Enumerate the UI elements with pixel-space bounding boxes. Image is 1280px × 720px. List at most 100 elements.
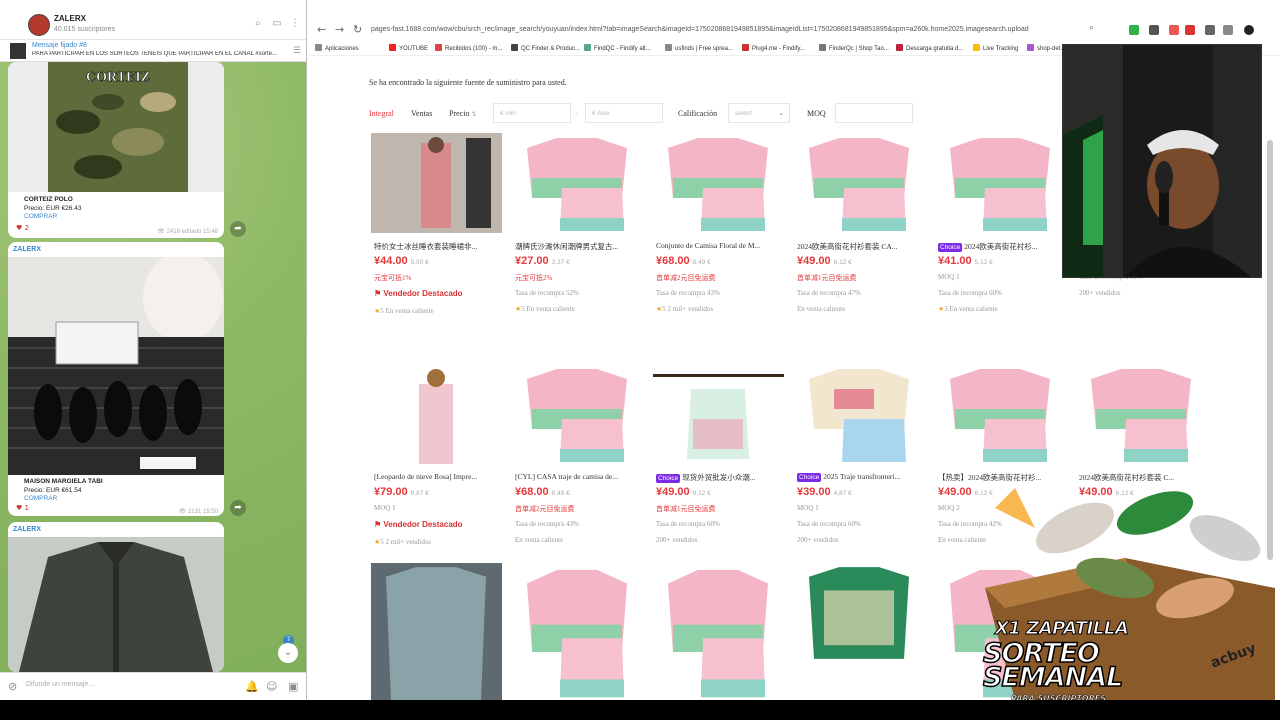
product-title[interactable]: 潮牌氏沙滩休闲潮牌男式复古...: [515, 241, 643, 252]
product-card[interactable]: [CYL] CASA traje de camisa de... ¥68.00 8,…: [510, 364, 644, 564]
extension-icon[interactable]: [1205, 25, 1215, 35]
product-photo[interactable]: CORTEIZ: [8, 62, 224, 192]
product-image[interactable]: [935, 133, 1066, 233]
pinned-message[interactable]: Mensaje fijado #8 PARA PARTICIPAR EN LOS…: [0, 40, 306, 62]
back-icon[interactable]: ←: [317, 23, 326, 36]
product-card[interactable]: 2024欧美高街花衬衫套装 CA... ¥49.00 6,12 € 首单减1元目免运费…: [792, 133, 926, 333]
product-card[interactable]: [651, 563, 785, 700]
product-image[interactable]: [653, 364, 784, 464]
emoji-icon[interactable]: ☺: [266, 680, 277, 693]
product-thumbnail: [794, 563, 925, 700]
bookmark[interactable]: FindQC - Findify alt...: [584, 44, 651, 52]
url-field[interactable]: pages-fast.1688.com/wow/cbu/srch_rec/ima…: [371, 21, 1091, 39]
product-title[interactable]: 特价女士冰丝睡衣套装睡裙非...: [374, 241, 502, 252]
product-image[interactable]: [794, 563, 925, 700]
message-input[interactable]: Difunde un mensaje...: [26, 681, 94, 688]
extension-icon[interactable]: [1169, 25, 1179, 35]
seller-label: Vendedor Destacado: [383, 289, 463, 298]
search-icon[interactable]: ⌕: [252, 18, 264, 30]
price-min-input[interactable]: € min: [493, 103, 571, 123]
message-card[interactable]: ZALERX MAISON MARGIELA TABI Precio: EUR …: [8, 242, 224, 516]
product-title[interactable]: 2024欧美高街花衬衫套装 CA...: [797, 241, 925, 252]
bookmark[interactable]: Plug4.me - Findify...: [742, 44, 805, 52]
bookmark[interactable]: YOUTUBE: [389, 44, 428, 52]
product-card[interactable]: [510, 563, 644, 700]
reaction-heart[interactable]: ♥ 1: [16, 504, 29, 512]
product-image[interactable]: [1076, 364, 1207, 464]
rating-select[interactable]: select ⌄: [728, 103, 790, 123]
bookmark[interactable]: Descarga gratuita d...: [896, 44, 963, 52]
pin-list-icon[interactable]: ☰: [293, 46, 301, 56]
product-image[interactable]: [371, 563, 502, 700]
product-image[interactable]: [653, 133, 784, 233]
product-card[interactable]: Choice 现货外贸批发小众潮... ¥49.00 6,12 € 首单减1元目免运费 T…: [651, 364, 785, 564]
comments-icon[interactable]: ▭: [271, 18, 283, 30]
forward-icon[interactable]: ➦: [230, 221, 246, 237]
product-image[interactable]: [653, 563, 784, 700]
more-icon[interactable]: ⋮: [289, 18, 301, 30]
product-image[interactable]: [371, 133, 502, 233]
sort-sales[interactable]: Ventas: [411, 109, 432, 118]
product-thumbnail: [512, 364, 643, 464]
product-price: ¥49.00 6,12 €: [656, 486, 711, 498]
channel-avatar[interactable]: [28, 14, 50, 36]
product-photo[interactable]: [8, 537, 224, 672]
forward-nav-icon[interactable]: →: [335, 23, 344, 36]
bookmark[interactable]: Recibidos (100) - m...: [435, 44, 502, 52]
buy-link[interactable]: COMPRAR: [24, 495, 57, 502]
message-card[interactable]: ZALERX: [8, 522, 224, 672]
bookmark[interactable]: shop-det...: [1027, 44, 1065, 52]
channel-header[interactable]: ZALERX 40.015 suscriptores ⌕ ▭ ⋮: [0, 0, 306, 40]
extension-icon[interactable]: [1149, 25, 1159, 35]
product-card[interactable]: Choice 2025 Traje transfronteri... ¥39.00 4…: [792, 364, 926, 564]
reload-icon[interactable]: ↻: [353, 23, 362, 36]
sort-price[interactable]: Precio ⇅: [449, 109, 476, 118]
product-card[interactable]: 潮牌氏沙滩休闲潮牌男式复古... ¥27.00 3,37 € 元宝可抵2% Tasa d…: [510, 133, 644, 333]
product-title[interactable]: Choice 2024欧美高街花衬衫...: [938, 241, 1066, 252]
product-title[interactable]: Choice 2025 Traje transfronteri...: [797, 472, 925, 482]
product-card[interactable]: Conjunto de Camisa Floral de M... ¥68.00 8…: [651, 133, 785, 333]
attach-icon[interactable]: ⊘: [8, 680, 17, 693]
product-photo[interactable]: [8, 257, 224, 475]
extension-icon[interactable]: [1129, 25, 1139, 35]
product-image[interactable]: [794, 133, 925, 233]
zoom-icon[interactable]: ⌕: [1089, 23, 1094, 33]
bookmark[interactable]: usfinds | Free sprea...: [665, 44, 733, 52]
bookmark[interactable]: Aplicaciones: [315, 44, 359, 52]
product-title[interactable]: Conjunto de Camisa Floral de M...: [656, 241, 784, 250]
extension-icon[interactable]: [1223, 25, 1233, 35]
product-image[interactable]: [935, 364, 1066, 464]
product-title[interactable]: [Leopardo de nieve Rosa] Impre...: [374, 472, 502, 481]
product-image[interactable]: [512, 364, 643, 464]
reaction-heart[interactable]: ♥ 2: [16, 224, 29, 232]
product-card[interactable]: 特价女士冰丝睡衣套装睡裙非... ¥44.00 5,50 € 元宝可抵1% ⚑ Vend…: [369, 133, 503, 333]
product-image[interactable]: [371, 364, 502, 464]
bookmark[interactable]: Live Tracking: [973, 44, 1018, 52]
price-max-input[interactable]: € max: [585, 103, 663, 123]
product-card[interactable]: [369, 563, 503, 700]
product-title[interactable]: [CYL] CASA traje de camisa de...: [515, 472, 643, 481]
product-image[interactable]: [512, 133, 643, 233]
message-input-bar[interactable]: ⊘ Difunde un mensaje... 🔔 ☺ ▣: [0, 672, 306, 700]
message-card[interactable]: CORTEIZ CORTEIZ POLO Precio: EUR €26.43 …: [8, 62, 224, 238]
extension-icon[interactable]: [1185, 25, 1195, 35]
gif-icon[interactable]: ▣: [288, 680, 298, 693]
bell-icon[interactable]: 🔔: [245, 680, 259, 693]
product-image[interactable]: [794, 364, 925, 464]
product-image[interactable]: [512, 563, 643, 700]
product-card[interactable]: [792, 563, 926, 700]
profile-icon[interactable]: [1244, 25, 1254, 35]
product-card[interactable]: [Leopardo de nieve Rosa] Impre... ¥79.00 9…: [369, 364, 503, 564]
forward-icon[interactable]: ➦: [230, 500, 246, 516]
price-value: ¥79.00: [374, 486, 408, 498]
product-price: ¥68.00 8,49 €: [515, 486, 570, 498]
product-title[interactable]: Choice 现货外贸批发小众潮...: [656, 472, 784, 483]
bookmark[interactable]: FinderQc | Shop Tao...: [819, 44, 889, 52]
buy-link[interactable]: COMPRAR: [24, 213, 57, 220]
scroll-down-icon[interactable]: ⌄: [278, 643, 298, 663]
product-price: ¥79.00 9,87 €: [374, 486, 429, 498]
bookmark[interactable]: QC Finder & Produc...: [511, 44, 580, 52]
product-card[interactable]: Choice 2024欧美高街花衬衫... ¥41.00 5,12 € MOQ 1 Tas…: [933, 133, 1067, 333]
sort-integral[interactable]: Integral: [369, 109, 394, 118]
moq-input[interactable]: [835, 103, 913, 123]
